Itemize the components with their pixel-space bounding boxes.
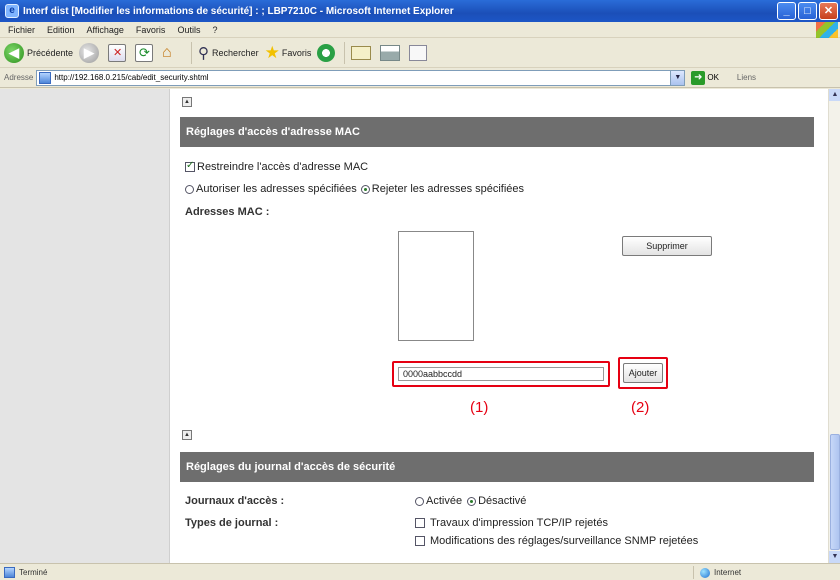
home-button[interactable]: ⌂: [162, 44, 185, 62]
back-to-top-icon[interactable]: ▲: [182, 430, 192, 440]
mail-button[interactable]: [351, 45, 374, 60]
menu-help[interactable]: ?: [212, 25, 217, 35]
address-bar: Adresse http://192.168.0.215/cab/edit_se…: [0, 68, 840, 88]
log-type-checkbox[interactable]: [415, 536, 425, 546]
address-field[interactable]: http://192.168.0.215/cab/edit_security.s…: [36, 69, 686, 86]
mac-mode-radio-group: Autoriser les adresses spécifiées Rejete…: [185, 183, 524, 195]
logs-label: Journaux d'accès :: [185, 495, 285, 507]
address-dropdown-icon[interactable]: ▼: [670, 70, 685, 85]
reject-radio[interactable]: [360, 184, 370, 194]
title-bar: e Interf dist [Modifier les informations…: [0, 0, 840, 22]
restrict-mac-label: Restreindre l'accès d'adresse MAC: [197, 161, 369, 173]
log-type-label: Modifications des réglages/surveillance …: [430, 535, 699, 547]
stop-icon: [108, 43, 127, 62]
menu-affichage[interactable]: Affichage: [87, 25, 124, 35]
internet-explorer-icon: e: [5, 4, 19, 18]
mac-address-list[interactable]: [398, 231, 474, 341]
back-to-top-icon[interactable]: ▲: [182, 97, 192, 107]
history-button[interactable]: [317, 43, 338, 62]
allow-label: Autoriser les adresses spécifiées: [196, 183, 357, 195]
mac-address-input[interactable]: 0000aabbccdd: [398, 367, 604, 381]
toolbar: ◀ Précédente ▶ ⌂ ⚲ Rechercher ★ Favoris: [0, 38, 840, 68]
refresh-button[interactable]: [135, 43, 156, 62]
scroll-down-icon[interactable]: ▼: [829, 551, 840, 563]
go-label: OK: [707, 73, 719, 82]
menu-edition[interactable]: Edition: [47, 25, 75, 35]
favorites-button[interactable]: ★ Favoris: [265, 43, 312, 63]
close-button[interactable]: ✕: [819, 2, 838, 20]
address-url: http://192.168.0.215/cab/edit_security.s…: [54, 73, 209, 82]
favorites-label: Favoris: [281, 47, 312, 58]
logs-radio-group: Activée Désactivé: [415, 495, 526, 507]
go-button[interactable]: ➜ OK: [691, 70, 719, 85]
add-button-highlight: Ajouter: [618, 357, 668, 389]
go-arrow-icon: ➜: [691, 70, 706, 85]
log-type-row[interactable]: Modifications des réglages/surveillance …: [415, 535, 698, 547]
reject-label: Rejeter les adresses spécifiées: [371, 183, 525, 195]
restrict-mac-checkbox-row[interactable]: Restreindre l'accès d'adresse MAC: [185, 160, 369, 173]
refresh-icon: [135, 43, 154, 62]
home-icon: ⌂: [162, 43, 172, 61]
mac-section-header: Réglages d'accès d'adresse MAC: [180, 117, 814, 147]
mail-icon: [351, 45, 372, 60]
maximize-button[interactable]: □: [798, 2, 817, 20]
restrict-mac-checkbox[interactable]: [185, 160, 195, 172]
forward-arrow-icon: ▶: [79, 42, 100, 63]
logs-off-label: Désactivé: [478, 495, 527, 507]
links-button[interactable]: Liens: [737, 73, 756, 82]
back-button[interactable]: ◀ Précédente: [4, 42, 74, 63]
back-arrow-icon: ◀: [4, 42, 24, 63]
allow-radio[interactable]: [185, 184, 194, 194]
zone-label: Internet: [714, 568, 742, 577]
scroll-up-icon[interactable]: ▲: [829, 89, 840, 101]
mac-input-highlight: 0000aabbccdd: [392, 361, 610, 387]
logs-off-radio[interactable]: [467, 496, 477, 506]
minimize-button[interactable]: _: [777, 2, 796, 20]
menu-bar: Fichier Edition Affichage Favoris Outils…: [0, 22, 840, 38]
back-label: Précédente: [27, 47, 74, 58]
delete-button[interactable]: Supprimer: [622, 236, 712, 256]
journal-section-header: Réglages du journal d'accès de sécurité: [180, 452, 814, 482]
log-types-label: Types de journal :: [185, 517, 279, 529]
log-type-row[interactable]: Travaux d'impression TCP/IP rejetés: [415, 517, 608, 529]
page-icon: [39, 71, 52, 84]
forward-button[interactable]: ▶: [79, 42, 102, 63]
search-icon: ⚲: [198, 44, 210, 62]
globe-icon: [700, 567, 710, 578]
callout-2: (2): [631, 399, 650, 416]
edit-button[interactable]: [409, 44, 428, 61]
scroll-thumb[interactable]: [830, 434, 840, 550]
windows-logo-icon: [816, 22, 838, 38]
toolbar-separator: [191, 41, 193, 64]
page-content: ▲ Réglages d'accès d'adresse MAC Restrei…: [170, 89, 828, 563]
menu-outils[interactable]: Outils: [177, 25, 200, 35]
print-button[interactable]: [380, 44, 403, 61]
window-title: Interf dist [Modifier les informations d…: [23, 5, 454, 17]
menu-favoris[interactable]: Favoris: [136, 25, 166, 35]
add-button[interactable]: Ajouter: [623, 363, 663, 383]
favorites-star-icon: ★: [264, 42, 280, 62]
callout-1: (1): [470, 399, 489, 416]
history-icon: [317, 43, 336, 62]
logs-on-radio[interactable]: [415, 496, 424, 506]
menu-fichier[interactable]: Fichier: [8, 25, 35, 35]
logs-on-label: Activée: [426, 495, 463, 507]
status-text: Terminé: [19, 567, 48, 577]
page-done-icon: [4, 566, 15, 578]
mac-addresses-label: Adresses MAC :: [185, 206, 270, 218]
log-type-checkbox[interactable]: [415, 518, 425, 528]
security-zone: Internet: [693, 566, 741, 579]
vertical-scrollbar[interactable]: ▲ ▼: [828, 89, 840, 563]
search-button[interactable]: ⚲ Rechercher: [198, 44, 259, 62]
left-navigation-panel: [0, 89, 170, 563]
search-label: Rechercher: [212, 47, 259, 58]
edit-page-icon: [409, 44, 428, 61]
print-icon: [380, 44, 401, 61]
toolbar-separator: [344, 41, 346, 64]
address-label: Adresse: [4, 73, 34, 82]
status-bar: Terminé Internet: [0, 563, 840, 580]
stop-button[interactable]: [108, 43, 129, 62]
log-type-label: Travaux d'impression TCP/IP rejetés: [430, 517, 608, 529]
